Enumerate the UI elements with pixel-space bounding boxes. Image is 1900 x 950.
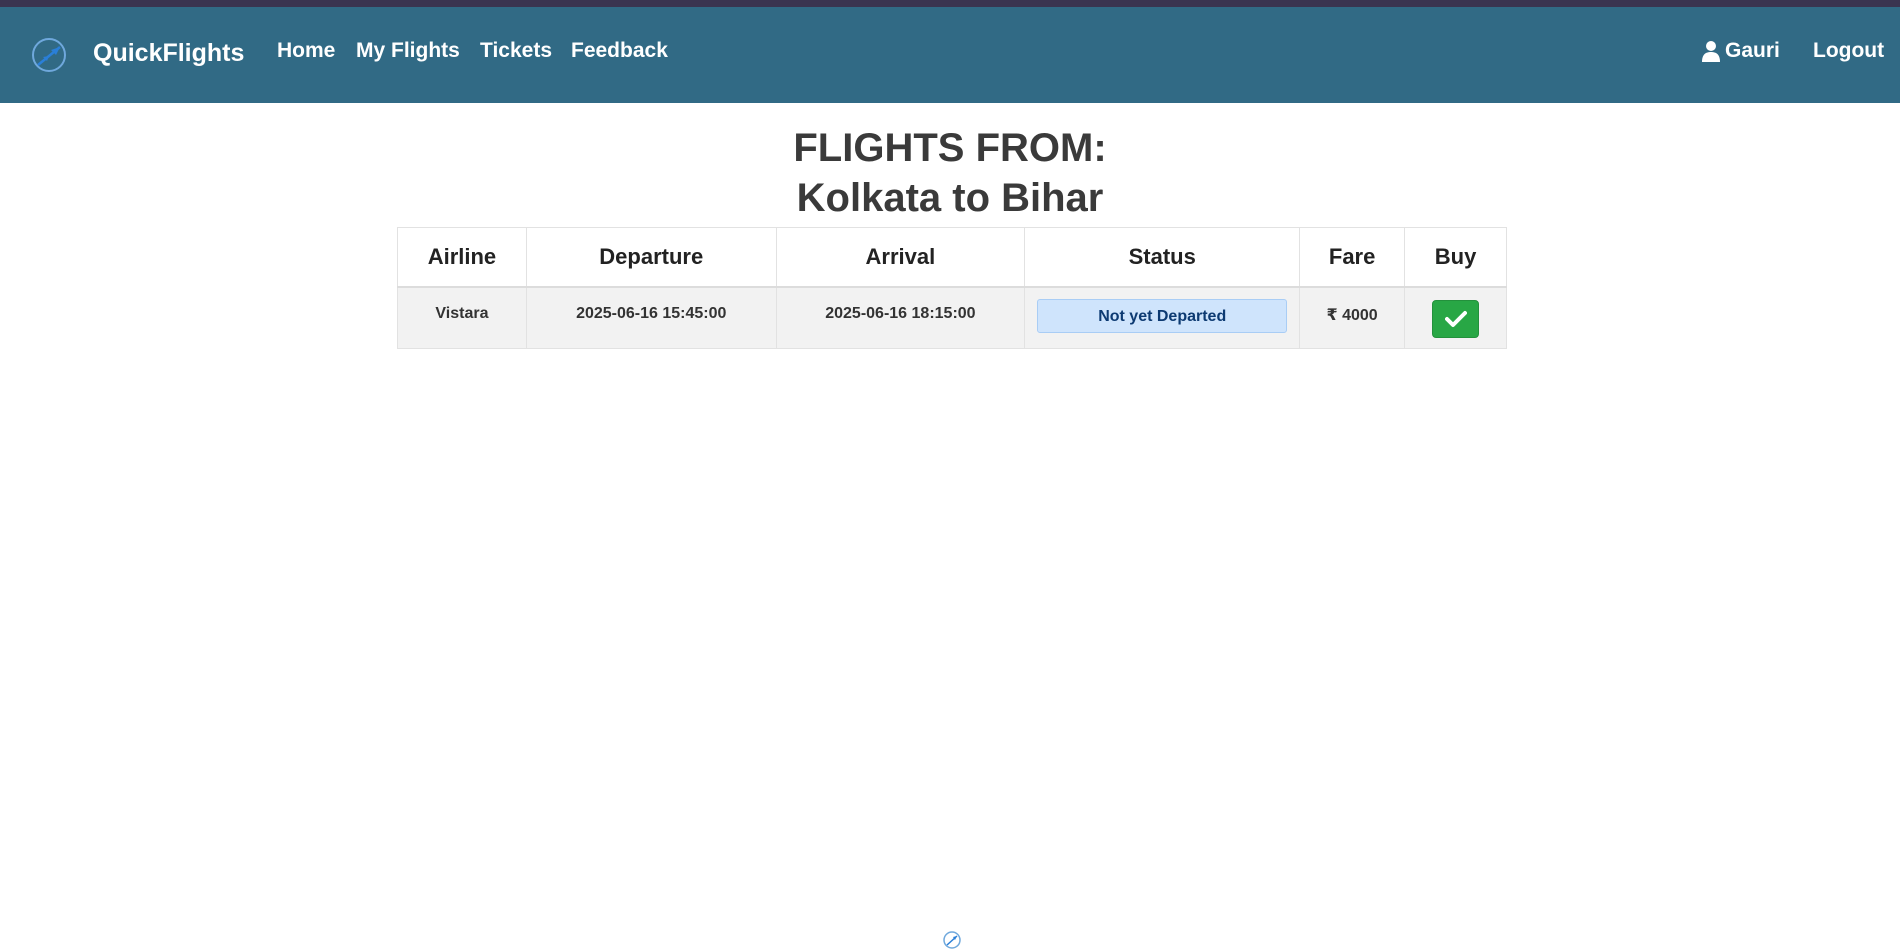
header-arrival: Arrival <box>775 227 1026 288</box>
page-title-line2: Kolkata to Bihar <box>796 176 1104 220</box>
table-row: Vistara 2025-06-16 15:45:00 2025-06-16 1… <box>397 286 1507 349</box>
header-airline: Airline <box>397 227 527 288</box>
nav-my-flights[interactable]: My Flights <box>356 39 460 63</box>
cell-buy <box>1404 286 1507 349</box>
brand-name[interactable]: QuickFlights <box>93 39 244 68</box>
footer-plane-logo-icon <box>943 931 961 949</box>
header-fare: Fare <box>1299 227 1406 288</box>
plane-logo-icon[interactable] <box>29 35 69 75</box>
checkmark-icon <box>1445 310 1468 327</box>
cell-arrival: 2025-06-16 18:15:00 <box>775 286 1026 349</box>
page-title: FLIGHTS FROM: Kolkata to Bihar <box>0 123 1900 223</box>
cell-fare: ₹ 4000 <box>1299 286 1406 349</box>
top-strip <box>0 0 1900 7</box>
nav-tickets[interactable]: Tickets <box>480 39 552 63</box>
page-title-line1: FLIGHTS FROM: <box>793 126 1107 170</box>
status-badge: Not yet Departed <box>1037 298 1288 333</box>
header-buy: Buy <box>1404 227 1507 288</box>
user-menu[interactable]: Gauri <box>1701 39 1780 63</box>
cell-departure: 2025-06-16 15:45:00 <box>525 286 777 349</box>
cell-airline: Vistara <box>397 286 527 349</box>
navbar: QuickFlights Home My Flights Tickets Fee… <box>0 7 1900 103</box>
nav-feedback[interactable]: Feedback <box>571 39 668 63</box>
cell-status: Not yet Departed <box>1024 286 1301 349</box>
nav-home[interactable]: Home <box>277 39 335 63</box>
logout-link[interactable]: Logout <box>1813 39 1884 63</box>
user-icon <box>1702 41 1720 62</box>
table-header-row: Airline Departure Arrival Status Fare Bu… <box>397 227 1507 288</box>
header-status: Status <box>1024 227 1301 288</box>
header-departure: Departure <box>525 227 777 288</box>
buy-button[interactable] <box>1432 299 1480 338</box>
user-name: Gauri <box>1725 39 1780 62</box>
flights-table: Airline Departure Arrival Status Fare Bu… <box>397 227 1507 349</box>
